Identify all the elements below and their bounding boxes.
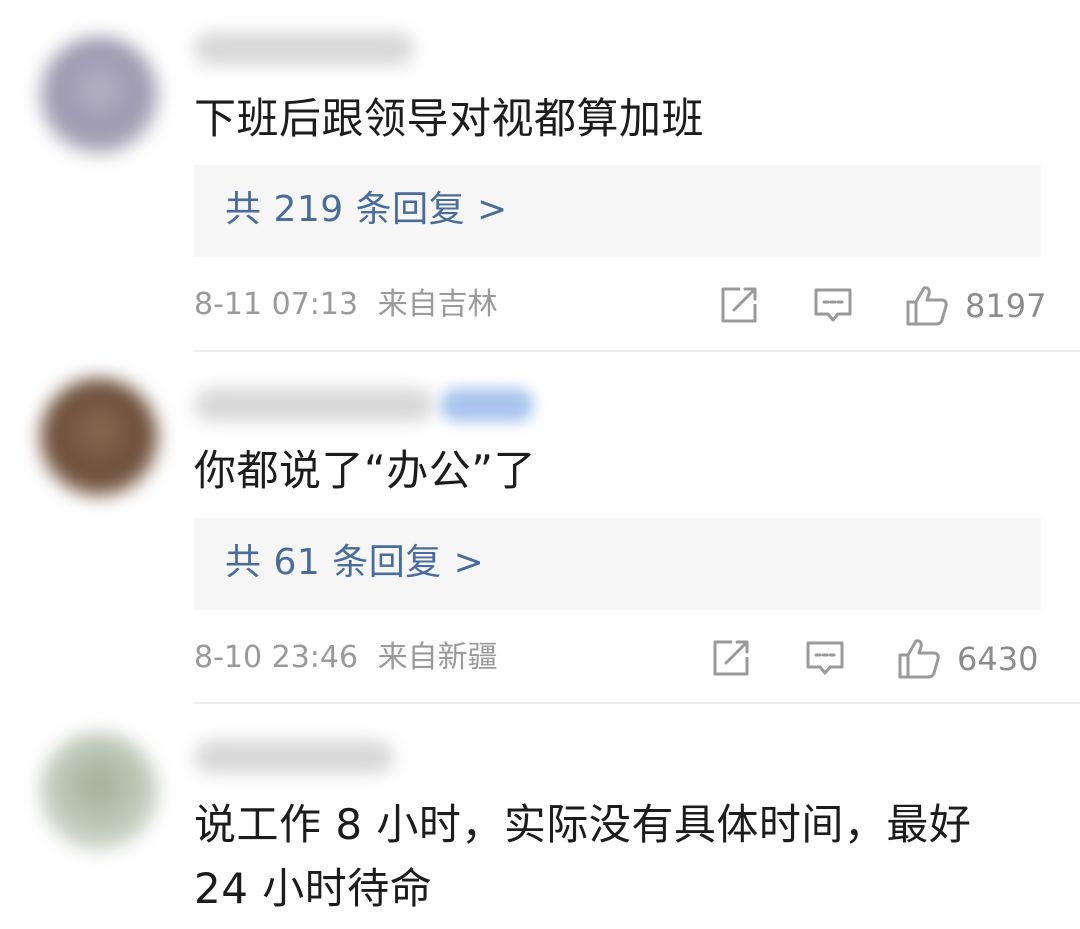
comment-item: 说工作 8 小时，实际没有具体时间，最好 24 小时待命 bbox=[0, 0, 1080, 929]
comment-text-line-1: 说工作 8 小时，实际没有具体时间，最好 bbox=[194, 800, 972, 849]
avatar[interactable] bbox=[40, 732, 158, 850]
username-blurred[interactable] bbox=[194, 740, 394, 774]
comment-text-line-2: 24 小时待命 bbox=[194, 864, 433, 913]
